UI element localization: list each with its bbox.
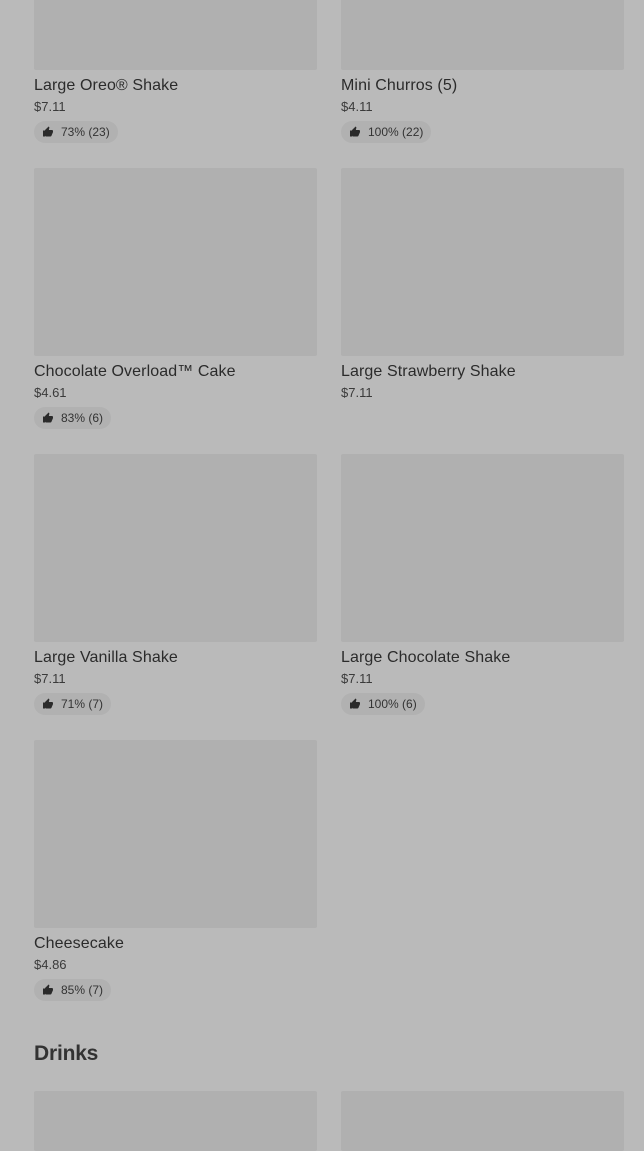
drinks-item-grid [34, 1091, 624, 1151]
menu-item-card[interactable]: Large Chocolate Shake $7.11 100% (6) [341, 454, 624, 740]
rating-badge: 100% (6) [341, 693, 425, 715]
menu-item-price: $7.11 [34, 99, 66, 114]
rating-badge: 73% (23) [34, 121, 118, 143]
section-title-drinks: Drinks [34, 1042, 99, 1065]
menu-item-name: Cheesecake [34, 935, 124, 952]
rating-text: 85% (7) [61, 983, 104, 997]
menu-item-price: $4.61 [34, 385, 67, 400]
menu-item-card[interactable]: Mini Churros (5) $4.11 100% (22) [341, 0, 624, 168]
menu-item-card[interactable]: Large Vanilla Shake $7.11 71% (7) [34, 454, 317, 740]
thumbs-up-icon [42, 984, 54, 996]
menu-item-image[interactable] [341, 168, 624, 356]
thumbs-up-icon [349, 698, 361, 710]
menu-item-image[interactable] [341, 0, 624, 70]
menu-item-name: Chocolate Overload™ Cake [34, 363, 236, 380]
menu-item-image[interactable] [34, 454, 317, 642]
rating-text: 71% (7) [61, 697, 104, 711]
rating-text: 100% (22) [368, 125, 424, 139]
thumbs-up-icon [349, 126, 361, 138]
menu-item-price: $7.11 [34, 671, 66, 686]
rating-text: 100% (6) [368, 697, 417, 711]
menu-item-card[interactable]: Chocolate Overload™ Cake $4.61 83% (6) [34, 168, 317, 454]
menu-item-name: Mini Churros (5) [341, 77, 458, 94]
rating-badge: 71% (7) [34, 693, 112, 715]
rating-text: 73% (23) [61, 125, 110, 139]
menu-item-image[interactable] [341, 454, 624, 642]
rating-badge: 85% (7) [34, 979, 112, 1001]
rating-badge: 83% (6) [34, 407, 112, 429]
menu-item-image[interactable] [341, 1091, 624, 1151]
menu-item-name: Large Oreo® Shake [34, 77, 179, 94]
menu-page: Large Oreo® Shake $7.11 73% (23) Mini Ch… [0, 0, 644, 1151]
menu-item-image[interactable] [34, 740, 317, 928]
menu-item-card[interactable]: Large Oreo® Shake $7.11 73% (23) [34, 0, 317, 168]
menu-item-price: $4.86 [34, 957, 67, 972]
menu-item-name: Large Vanilla Shake [34, 649, 178, 666]
menu-item-image[interactable] [34, 1091, 317, 1151]
menu-item-price: $4.11 [341, 99, 373, 114]
menu-item-image[interactable] [34, 168, 317, 356]
menu-item-price: $7.11 [341, 671, 373, 686]
thumbs-up-icon [42, 412, 54, 424]
menu-item-image[interactable] [34, 0, 317, 70]
menu-item-price: $7.11 [341, 385, 373, 400]
thumbs-up-icon [42, 698, 54, 710]
menu-item-grid: Large Oreo® Shake $7.11 73% (23) Mini Ch… [34, 0, 624, 1026]
thumbs-up-icon [42, 126, 54, 138]
menu-item-name: Large Strawberry Shake [341, 363, 516, 380]
rating-badge: 100% (22) [341, 121, 432, 143]
menu-item-name: Large Chocolate Shake [341, 649, 511, 666]
menu-item-card[interactable]: Cheesecake $4.86 85% (7) [34, 740, 317, 1026]
rating-text: 83% (6) [61, 411, 104, 425]
menu-item-card[interactable]: Large Strawberry Shake $7.11 [341, 168, 624, 454]
